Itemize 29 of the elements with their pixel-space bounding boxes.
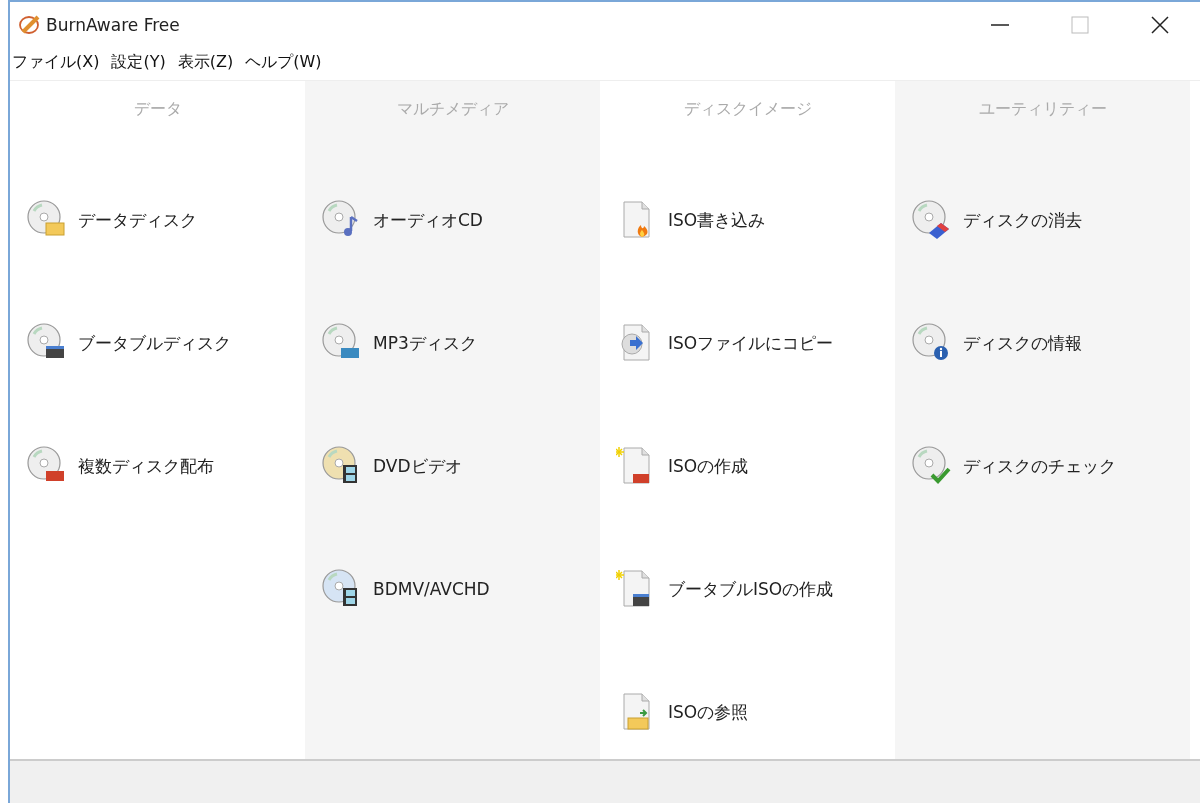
category-header: ディスクイメージ — [682, 99, 813, 120]
task-button[interactable]: ISOの参照 — [616, 690, 895, 734]
menu-item[interactable]: 表示(Z) — [177, 51, 234, 73]
window-title: BurnAware Free — [46, 15, 181, 35]
task-button[interactable]: ディスクの消去 — [911, 198, 1190, 242]
task-button[interactable]: ISO書き込み — [616, 198, 895, 242]
menu-item[interactable]: ファイル(X) — [12, 51, 100, 73]
close-icon — [1151, 16, 1169, 34]
app-logo-icon — [18, 14, 42, 36]
task-button[interactable]: データディスク — [26, 198, 305, 242]
category-header: データ — [132, 99, 183, 120]
menu-item[interactable]: 設定(Y) — [111, 51, 166, 73]
category-header: マルチメディア — [395, 99, 510, 120]
task-button[interactable]: MP3ディスク — [321, 321, 600, 365]
minimize-icon — [991, 24, 1009, 26]
task-button[interactable]: BDMV/AVCHD — [321, 567, 600, 611]
task-button[interactable]: ISOの作成 — [616, 444, 895, 488]
task-button[interactable]: ディスクのチェック — [911, 444, 1190, 488]
category-header: ユーティリティー — [977, 99, 1108, 120]
task-button[interactable]: ブータブルISOの作成 — [616, 567, 895, 611]
task-button[interactable]: ISOファイルにコピー — [616, 321, 895, 365]
task-button[interactable]: DVDビデオ — [321, 444, 600, 488]
menu-item[interactable]: ヘルプ(W) — [245, 51, 322, 73]
task-button[interactable]: オーディオCD — [321, 198, 600, 242]
task-button[interactable]: ディスクの情報 — [911, 321, 1190, 365]
maximize-icon — [1071, 16, 1089, 34]
task-button[interactable]: ブータブルディスク — [26, 321, 305, 365]
disc-eraser-icon — [911, 199, 951, 241]
task-button[interactable]: 複数ディスク配布 — [26, 444, 305, 488]
